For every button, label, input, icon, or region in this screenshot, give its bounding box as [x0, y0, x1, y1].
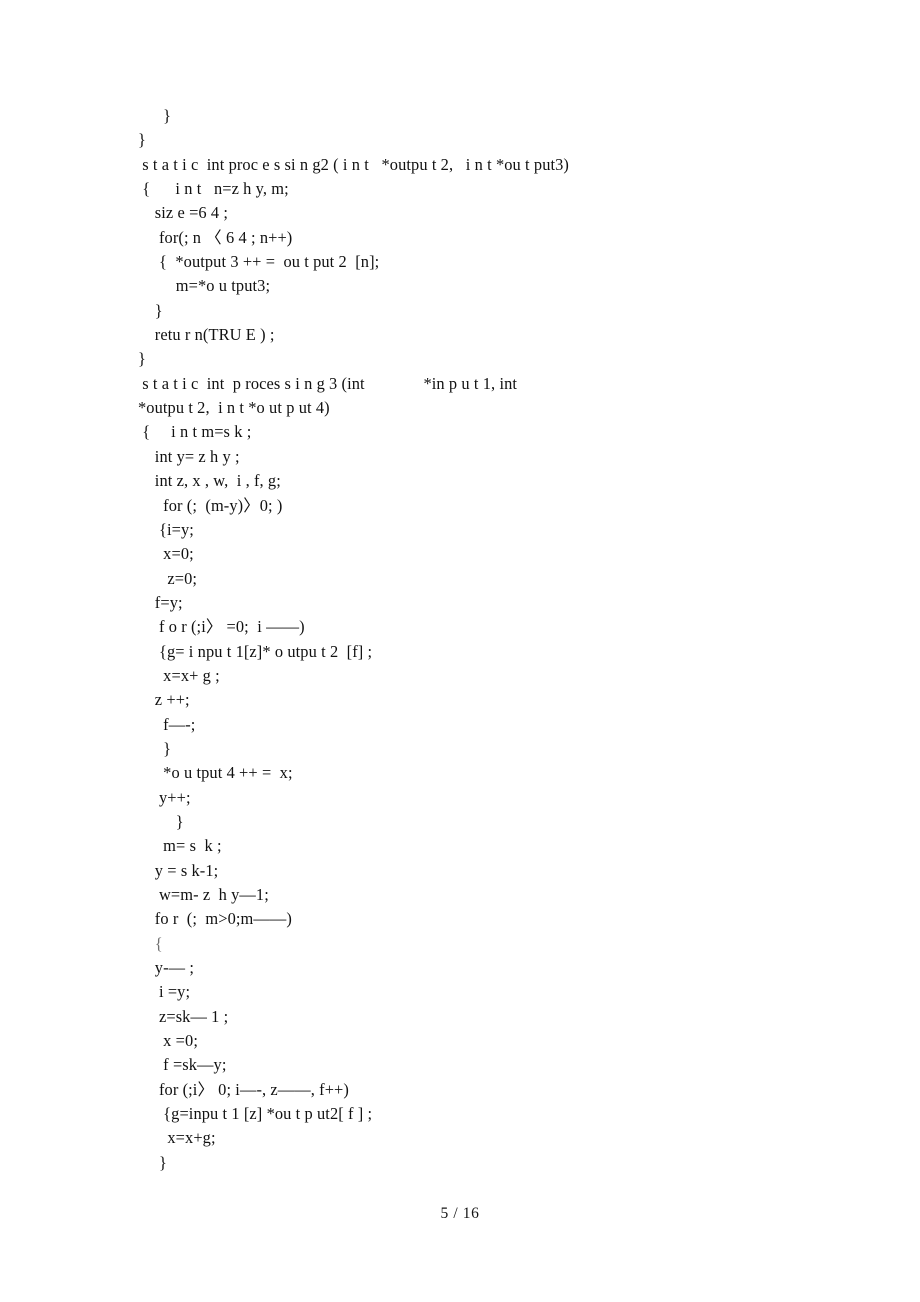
- code-line: f=y;: [138, 592, 183, 612]
- code-line: {i=y;: [138, 519, 194, 539]
- code-line: x=x+ g ;: [138, 665, 220, 685]
- code-line: for (;i〉 0; i—-, z——, f++): [138, 1079, 349, 1099]
- code-listing: }} s t a t i c int proc e s si n g2 ( i …: [138, 104, 838, 1175]
- code-line: y-— ;: [138, 958, 194, 978]
- code-line: i =y;: [138, 982, 191, 1002]
- code-line: fo r (; m>0;m——): [138, 909, 292, 929]
- code-line: {: [138, 933, 163, 953]
- code-line: w=m- z h y—1;: [138, 885, 269, 904]
- code-line: z ++;: [138, 690, 190, 710]
- code-line: z=sk— 1 ;: [138, 1006, 229, 1026]
- code-line: }: [138, 811, 184, 831]
- code-line: m= s k ;: [138, 836, 222, 856]
- code-line: }: [138, 738, 172, 758]
- code-line: x=0;: [138, 544, 194, 564]
- code-line: *outpu t 2, i n t *o ut p ut 4): [138, 398, 330, 418]
- code-line: }: [138, 300, 163, 320]
- code-line: *o u tput 4 ++ = x;: [138, 763, 293, 783]
- code-line: { i n t n=z h y, m;: [138, 179, 289, 199]
- code-line: y++;: [138, 787, 191, 807]
- code-line: }: [138, 130, 146, 150]
- document-page: }} s t a t i c int proc e s si n g2 ( i …: [0, 0, 920, 1302]
- code-line: s t a t i c int proc e s si n g2 ( i n t…: [138, 154, 569, 174]
- code-line: retu r n(TRU E ) ;: [138, 325, 275, 345]
- code-line: m=*o u tput3;: [138, 276, 271, 296]
- code-line: }: [138, 106, 172, 125]
- code-line: siz e =6 4 ;: [138, 203, 229, 223]
- code-line: x=x+g;: [138, 1128, 216, 1148]
- code-line: { *output 3 ++ = ou t put 2 [n];: [138, 252, 380, 272]
- code-line: }: [138, 349, 146, 369]
- code-line: z=0;: [138, 568, 198, 588]
- code-line: int z, x , w, i , f, g;: [138, 471, 281, 491]
- code-line: x =0;: [138, 1031, 198, 1051]
- code-line: s t a t i c int p roces s i n g 3 (int *…: [138, 373, 518, 393]
- code-line: f =sk—y;: [138, 1055, 227, 1075]
- page-number-footer: 5 / 16: [440, 1205, 480, 1222]
- code-line: y = s k-1;: [138, 860, 219, 880]
- code-line: for(; n 〈 6 4 ; n++): [138, 227, 293, 247]
- code-line: }: [138, 1152, 167, 1172]
- code-line: f—-;: [138, 714, 196, 734]
- code-line: {g= i npu t 1[z]* o utpu t 2 [f] ;: [138, 641, 373, 661]
- code-line: {g=inpu t 1 [z] *ou t p ut2[ f ] ;: [138, 1104, 373, 1124]
- code-line: for (; (m-y)〉0; ): [138, 495, 283, 515]
- code-line: int y= z h y ;: [138, 446, 240, 466]
- code-line: { i n t m=s k ;: [138, 422, 252, 442]
- code-line: f o r (;i〉 =0; i ——): [138, 617, 305, 637]
